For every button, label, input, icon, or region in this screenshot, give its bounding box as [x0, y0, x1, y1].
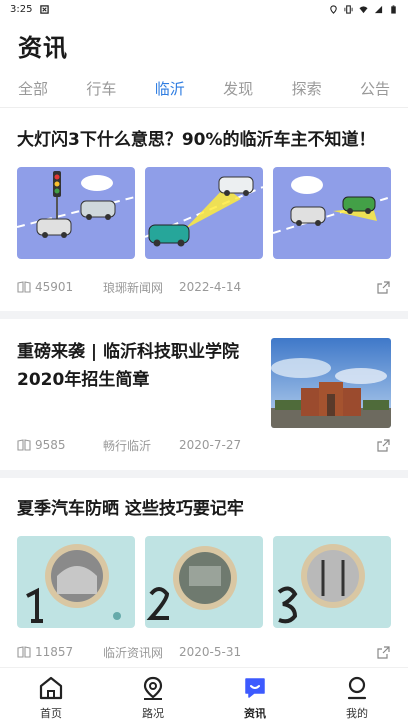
battery-icon	[391, 4, 396, 14]
location-icon	[330, 4, 337, 14]
nav-home[interactable]: 首页	[16, 675, 86, 721]
read-count: 11857	[35, 645, 74, 659]
article-thumbnail	[145, 536, 263, 628]
article-date: 2020-7-27	[179, 438, 242, 452]
article-thumbnail	[17, 167, 135, 259]
notification-icon	[40, 4, 50, 14]
share-icon[interactable]	[376, 280, 391, 295]
article-thumbnail	[273, 536, 391, 628]
status-time: 3:25	[10, 3, 33, 15]
share-icon[interactable]	[376, 645, 391, 660]
read-count: 9585	[35, 438, 66, 452]
signal-icon	[374, 5, 383, 13]
article-title: 大灯闪3下什么意思？90%的临沂车主不知道！	[17, 130, 376, 150]
nav-label: 路况	[142, 706, 164, 720]
chat-icon	[245, 677, 265, 698]
article-source: 琅琊新闻网	[103, 280, 164, 295]
nav-label: 资讯	[244, 706, 266, 720]
article-card[interactable]: 大灯闪3下什么意思？90%的临沂车主不知道！ 45901 琅琊新闻网 2022-…	[0, 109, 408, 311]
divider	[0, 470, 408, 478]
nav-label: 首页	[40, 706, 62, 720]
article-title: 重磅来袭 | 临沂科技职业学院2020年招生简章	[17, 342, 240, 390]
article-title: 夏季汽车防晒 这些技巧要记牢	[17, 499, 244, 519]
tab-announcement[interactable]: 公告	[360, 72, 390, 105]
page-title: 资讯	[18, 34, 68, 62]
wifi-icon	[359, 5, 368, 13]
read-count: 45901	[35, 280, 74, 294]
category-tabs: 全部 行车 临沂 发现 探索 公告	[0, 70, 408, 108]
share-icon[interactable]	[376, 438, 391, 453]
news-feed: 大灯闪3下什么意思？90%的临沂车主不知道！ 45901 琅琊新闻网 2022-…	[0, 109, 408, 668]
tab-all[interactable]: 全部	[18, 72, 48, 105]
article-thumbnail	[273, 167, 391, 259]
tab-driving[interactable]: 行车	[86, 72, 116, 105]
read-count-icon	[17, 281, 31, 293]
article-source: 畅行临沂	[103, 438, 152, 453]
divider	[0, 311, 408, 319]
read-count-icon	[17, 646, 31, 658]
article-source: 临沂资讯网	[103, 645, 164, 660]
tab-linyi[interactable]: 临沂	[155, 72, 185, 105]
nav-news[interactable]: 资讯	[220, 675, 290, 721]
status-bar: 3:25	[0, 0, 408, 18]
tab-explore[interactable]: 探索	[292, 72, 322, 105]
article-date: 2022-4-14	[179, 280, 242, 294]
article-thumbnail	[271, 338, 391, 428]
user-icon	[347, 676, 367, 699]
article-card[interactable]: 重磅来袭 | 临沂科技职业学院2020年招生简章 9585 畅行临沂 2020-…	[0, 319, 408, 470]
article-thumbnail	[145, 167, 263, 259]
article-card[interactable]: 夏季汽车防晒 这些技巧要记牢 11857 临沂资讯网 2020-5-31	[0, 478, 408, 668]
home-icon	[39, 676, 63, 699]
vibrate-icon	[344, 4, 353, 14]
read-count-icon	[17, 439, 31, 451]
tab-discover[interactable]: 发现	[223, 72, 253, 105]
map-pin-icon	[143, 676, 163, 700]
article-thumbnail	[17, 536, 135, 628]
nav-label: 我的	[346, 706, 368, 720]
bottom-nav: 首页 路况 资讯 我的	[0, 667, 408, 727]
nav-traffic[interactable]: 路况	[118, 675, 188, 721]
nav-mine[interactable]: 我的	[322, 675, 392, 721]
article-date: 2020-5-31	[179, 645, 242, 659]
